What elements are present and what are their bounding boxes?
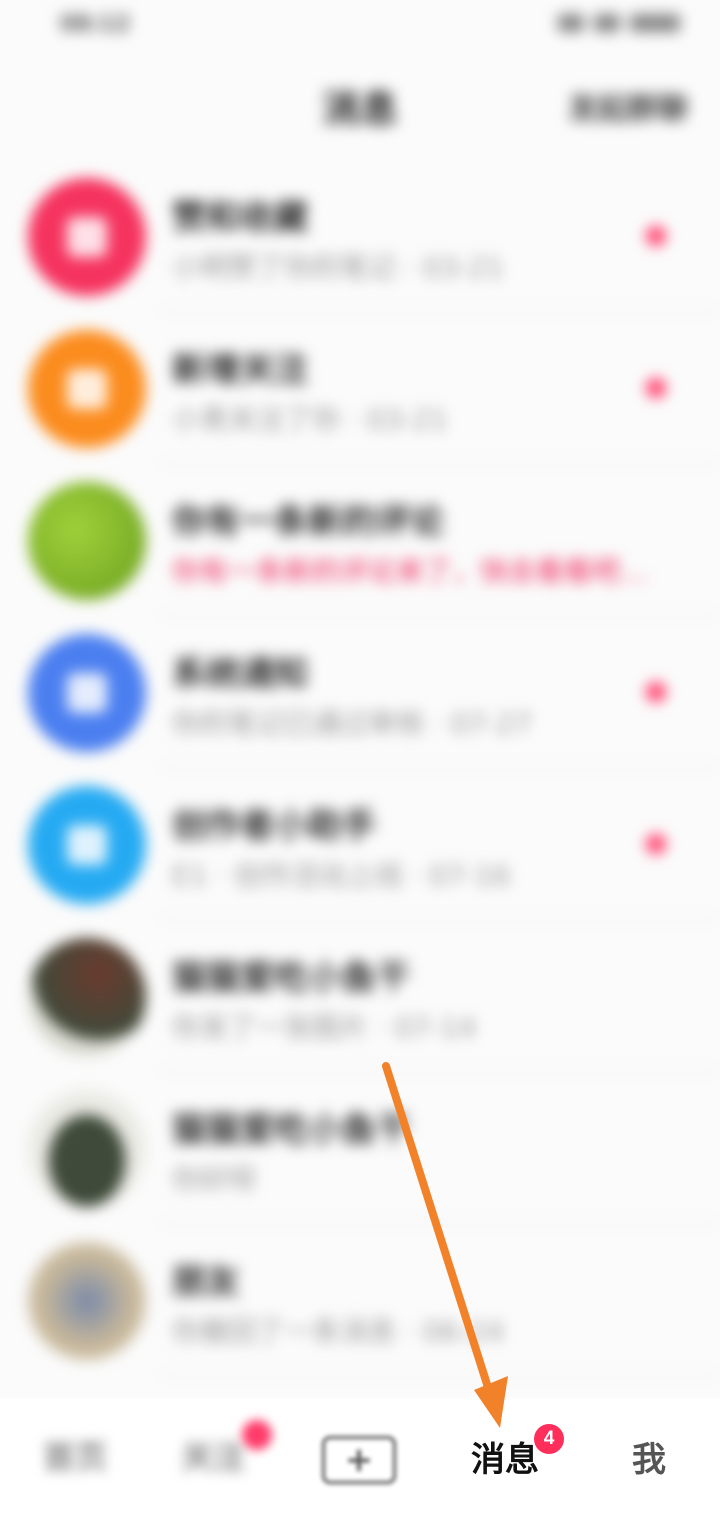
message-item-chat[interactable]: 朋友 你撤回了一条消息 · 06-24	[0, 1224, 720, 1376]
likes-icon	[28, 178, 146, 296]
message-item-chat[interactable]: 猫猫爱吃小鱼干 你好呀	[0, 1072, 720, 1224]
message-title: 你有一条新的评论	[172, 502, 444, 542]
message-title: 赞和收藏	[172, 198, 308, 238]
nav-bar: 消息 发起群聊	[0, 60, 720, 140]
bottom-tab-bar: 首页 关注 + 消息 4 我	[0, 1398, 720, 1518]
message-subtitle: 你发了一张图片 · 07-14	[172, 1011, 477, 1044]
avatar	[28, 482, 146, 600]
message-subtitle: 你有一条新的评论来了，快去看看吧…	[172, 555, 649, 588]
unread-dot	[646, 834, 666, 854]
blurred-content: 08:12 消息 发起群聊 赞和收藏 小明赞了你的笔记 · 03-21 新增关注…	[0, 0, 720, 1395]
message-item-chat[interactable]: 猫猫爱吃小鱼干 你发了一张图片 · 07-14	[0, 920, 720, 1072]
signal-icon	[558, 14, 584, 32]
message-title: 朋友	[172, 1262, 240, 1302]
messages-badge: 4	[534, 1424, 564, 1454]
follow-badge	[242, 1420, 272, 1450]
unread-dot	[646, 682, 666, 702]
avatar	[28, 938, 146, 1056]
plus-icon: +	[344, 1440, 374, 1480]
message-item-system[interactable]: 系统通知 你的笔记已通过审核 · 07-27	[0, 616, 720, 768]
message-title: 创作者小助手	[172, 806, 376, 846]
tab-home[interactable]: 首页	[38, 1432, 112, 1478]
avatar	[28, 1242, 146, 1360]
message-title: 系统通知	[172, 654, 308, 694]
message-item-likes[interactable]: 赞和收藏 小明赞了你的笔记 · 03-21	[0, 160, 720, 312]
battery-icon	[630, 14, 680, 32]
message-title: 猫猫爱吃小鱼干	[172, 958, 410, 998]
message-subtitle: 小青关注了你 · 03-21	[172, 403, 449, 436]
followers-icon	[28, 330, 146, 448]
status-icons	[558, 14, 680, 32]
messages-screen: 08:12 消息 发起群聊 赞和收藏 小明赞了你的笔记 · 03-21 新增关注…	[0, 0, 720, 1518]
system-notice-icon	[28, 634, 146, 752]
create-post-button[interactable]: +	[322, 1436, 396, 1484]
message-list: 赞和收藏 小明赞了你的笔记 · 03-21 新增关注 小青关注了你 · 03-2…	[0, 160, 720, 1376]
message-subtitle: 你好呀	[172, 1163, 257, 1196]
tab-me[interactable]: 我	[624, 1432, 674, 1481]
unread-dot	[646, 226, 666, 246]
message-subtitle: 你撤回了一条消息 · 06-24	[172, 1315, 505, 1348]
start-group-chat-button[interactable]: 发起群聊	[568, 84, 688, 128]
message-title: 猫猫爱吃小鱼干	[172, 1110, 410, 1150]
creator-assistant-icon	[28, 786, 146, 904]
message-subtitle: 你的笔记已通过审核 · 07-27	[172, 707, 533, 740]
avatar	[28, 1090, 146, 1208]
tab-follow[interactable]: 关注	[176, 1432, 250, 1478]
wifi-icon	[594, 14, 620, 32]
status-time: 08:12	[60, 12, 131, 37]
message-subtitle: 小明赞了你的笔记 · 03-21	[172, 251, 505, 284]
message-subtitle: E1 · 创作活动上线 · 07-16	[172, 859, 511, 892]
message-title: 新增关注	[172, 350, 308, 390]
message-item-creator-assistant[interactable]: 创作者小助手 E1 · 创作活动上线 · 07-16	[0, 768, 720, 920]
status-bar: 08:12	[0, 0, 720, 50]
message-item-comment[interactable]: 你有一条新的评论 你有一条新的评论来了，快去看看吧…	[0, 464, 720, 616]
message-item-new-followers[interactable]: 新增关注 小青关注了你 · 03-21	[0, 312, 720, 464]
tab-messages[interactable]: 消息	[466, 1432, 544, 1481]
unread-dot	[646, 378, 666, 398]
